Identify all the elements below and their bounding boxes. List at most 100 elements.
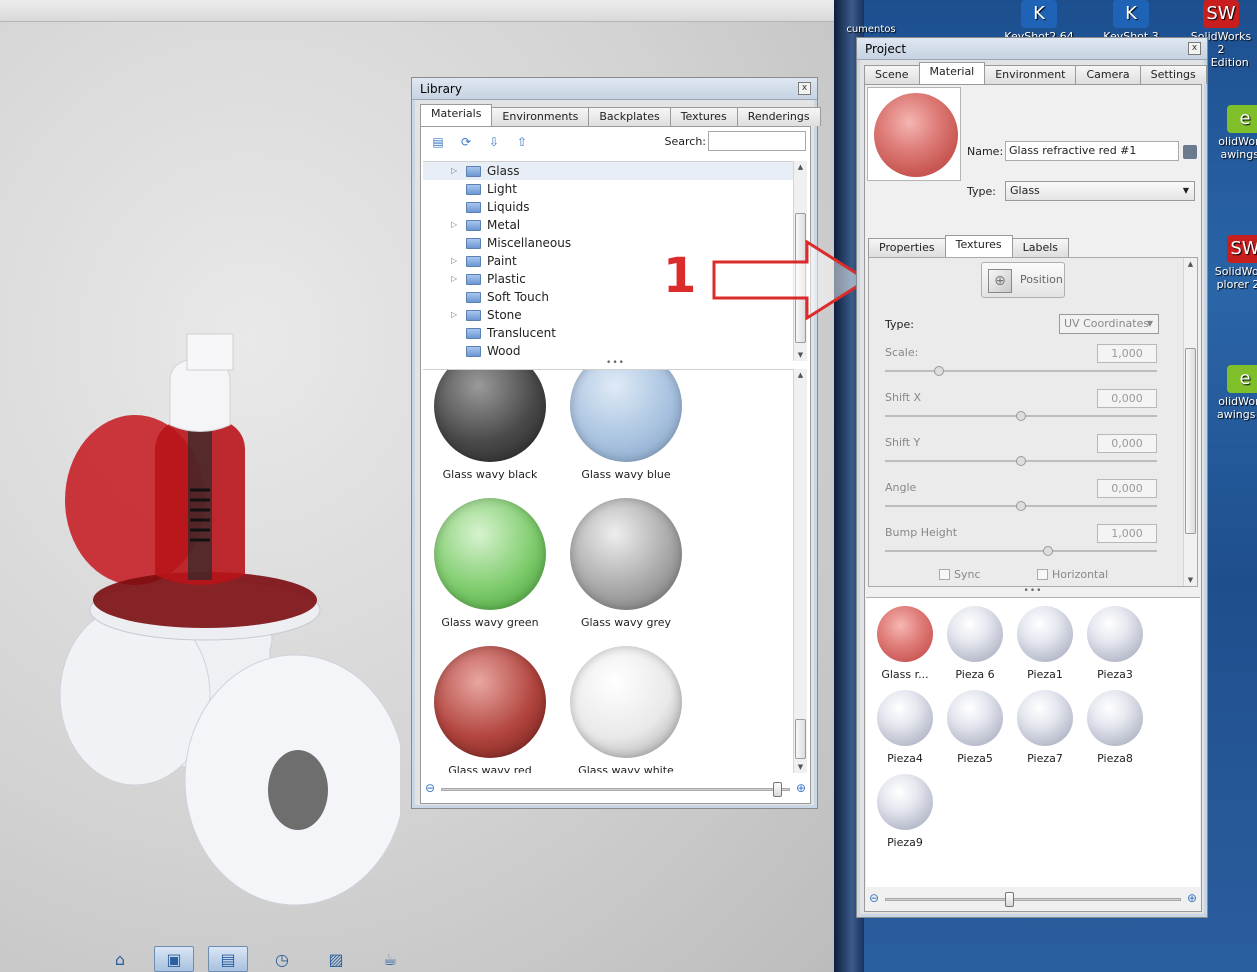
param-slider-knob[interactable] bbox=[1016, 501, 1026, 511]
textures-scrollbar[interactable]: ▲ ▼ bbox=[1183, 258, 1197, 586]
library-title-bar[interactable]: Library x bbox=[412, 78, 817, 100]
material-thumb-glass-wavy-blue[interactable]: Glass wavy blue bbox=[559, 370, 693, 481]
tab-renderings[interactable]: Renderings bbox=[736, 107, 821, 126]
tree-item-metal[interactable]: ▷ Metal bbox=[423, 216, 807, 234]
timer-icon[interactable]: ◷ bbox=[262, 946, 302, 972]
expand-arrow-icon[interactable]: ▷ bbox=[451, 270, 457, 288]
thumbnail-size-slider[interactable]: ⊖ ⊕ bbox=[421, 779, 810, 799]
scene-material-pieza3[interactable]: Pieza3 bbox=[1080, 606, 1150, 681]
tab-environments[interactable]: Environments bbox=[491, 107, 590, 126]
material-name-input[interactable]: Glass refractive red #1 bbox=[1005, 141, 1179, 161]
desktop-shortcut-4[interactable]: SWSolidWorks plorer 201 bbox=[1210, 235, 1257, 291]
tree-item-glass[interactable]: ▷ Glass bbox=[423, 162, 807, 180]
scene-material-pieza7[interactable]: Pieza7 bbox=[1010, 690, 1080, 765]
screenshot-icon[interactable]: ▤ bbox=[208, 946, 248, 972]
material-thumb-glass-wavy-red[interactable]: Glass wavy red bbox=[423, 646, 557, 773]
param-value-bump-height[interactable]: 1,000 bbox=[1097, 524, 1157, 543]
tree-grid-splitter[interactable]: ••• bbox=[421, 359, 810, 368]
refresh-icon[interactable]: ⟳ bbox=[457, 133, 475, 151]
perspective-icon[interactable]: ▣ bbox=[154, 946, 194, 972]
param-slider-scale[interactable] bbox=[885, 370, 1157, 372]
teapot-icon[interactable]: ☕ bbox=[370, 946, 410, 972]
subtab-labels[interactable]: Labels bbox=[1011, 238, 1069, 257]
param-value-angle[interactable]: 0,000 bbox=[1097, 479, 1157, 498]
desktop-shortcut-5[interactable]: eolidWorks awings 20 bbox=[1210, 365, 1257, 421]
material-thumb-label: Glass wavy black bbox=[442, 468, 538, 481]
material-sphere bbox=[570, 498, 682, 610]
save-material-icon[interactable] bbox=[1183, 145, 1197, 159]
material-thumbnail-grid[interactable]: Glass wavy black Glass wavy blue Glass wav… bbox=[423, 369, 793, 773]
scene-material-pieza9[interactable]: Pieza9 bbox=[870, 774, 940, 849]
project-window[interactable]: Project x Scene Material Environment Camera… bbox=[856, 37, 1208, 918]
library-close-button[interactable]: x bbox=[798, 82, 811, 95]
camera-icon[interactable]: ⌂ bbox=[100, 946, 140, 972]
zoom-out-icon[interactable]: ⊖ bbox=[425, 781, 435, 795]
tab-environment[interactable]: Environment bbox=[984, 65, 1077, 84]
scene-material-glass-r[interactable]: Glass r... bbox=[870, 606, 940, 681]
param-slider-knob[interactable] bbox=[1016, 456, 1026, 466]
param-value-scale[interactable]: 1,000 bbox=[1097, 344, 1157, 363]
expand-arrow-icon[interactable]: ▷ bbox=[451, 216, 457, 234]
grid-scrollbar[interactable]: ▲ ▼ bbox=[793, 369, 807, 773]
project-close-button[interactable]: x bbox=[1188, 42, 1201, 55]
param-slider-bump-height[interactable] bbox=[885, 550, 1157, 552]
scene-material-sphere bbox=[877, 606, 933, 662]
scene-material-pieza-6[interactable]: Pieza 6 bbox=[940, 606, 1010, 681]
expand-arrow-icon[interactable]: ▷ bbox=[451, 162, 457, 180]
download-arrow-icon[interactable]: ⇩ bbox=[485, 133, 503, 151]
scene-material-pieza8[interactable]: Pieza8 bbox=[1080, 690, 1150, 765]
subtab-textures[interactable]: Textures bbox=[944, 235, 1013, 257]
desktop-shortcut-3[interactable]: eolidWorks awings 2 bbox=[1210, 105, 1257, 161]
material-sphere bbox=[570, 646, 682, 758]
project-thumbnail-size-slider[interactable]: ⊖ ⊕ bbox=[865, 889, 1201, 909]
scene-material-label: Pieza3 bbox=[1097, 668, 1133, 681]
horizontal-checkbox[interactable]: Horizontal bbox=[1037, 568, 1108, 581]
subtab-properties[interactable]: Properties bbox=[868, 238, 946, 257]
texture-mapping-select[interactable]: UV Coordinates ▼ bbox=[1059, 314, 1159, 334]
add-folder-icon[interactable]: ▤ bbox=[429, 133, 447, 151]
tab-materials[interactable]: Materials bbox=[420, 104, 493, 126]
tree-item-liquids[interactable]: Liquids bbox=[423, 198, 807, 216]
tree-item-label: Paint bbox=[487, 254, 517, 268]
tab-scene[interactable]: Scene bbox=[864, 65, 920, 84]
valve-model[interactable] bbox=[40, 320, 400, 910]
material-sphere bbox=[434, 370, 546, 462]
material-thumb-glass-wavy-black[interactable]: Glass wavy black bbox=[423, 370, 557, 481]
zoom-out-icon[interactable]: ⊖ bbox=[869, 891, 879, 905]
tree-item-light[interactable]: Light bbox=[423, 180, 807, 198]
tab-settings[interactable]: Settings bbox=[1139, 65, 1207, 84]
material-thumb-glass-wavy-grey[interactable]: Glass wavy grey bbox=[559, 498, 693, 629]
search-input[interactable] bbox=[708, 131, 806, 151]
param-slider-knob[interactable] bbox=[1043, 546, 1054, 556]
tab-camera[interactable]: Camera bbox=[1075, 65, 1141, 84]
param-slider-knob[interactable] bbox=[934, 366, 945, 376]
scene-material-pieza1[interactable]: Pieza1 bbox=[1010, 606, 1080, 681]
desktop-label-documentos: cumentos bbox=[846, 24, 896, 35]
textures-grid-splitter[interactable]: ••• bbox=[865, 587, 1201, 596]
scene-material-pieza4[interactable]: Pieza4 bbox=[870, 690, 940, 765]
zoom-in-icon[interactable]: ⊕ bbox=[1187, 891, 1197, 905]
tab-textures[interactable]: Textures bbox=[669, 107, 738, 126]
material-thumb-glass-wavy-green[interactable]: Glass wavy green bbox=[423, 498, 557, 629]
tab-backplates[interactable]: Backplates bbox=[588, 107, 671, 126]
scene-material-pieza5[interactable]: Pieza5 bbox=[940, 690, 1010, 765]
scene-materials-grid[interactable]: Glass r... Pieza 6 Pieza1 Pieza3 Pieza4 Pieza… bbox=[866, 597, 1200, 887]
tab-material[interactable]: Material bbox=[918, 62, 986, 84]
expand-arrow-icon[interactable]: ▷ bbox=[451, 252, 457, 270]
param-value-shift-x[interactable]: 0,000 bbox=[1097, 389, 1157, 408]
expand-arrow-icon[interactable]: ▷ bbox=[451, 306, 457, 324]
library-window[interactable]: Library x Materials Environments Backplate… bbox=[411, 77, 821, 809]
sync-checkbox[interactable]: Sync bbox=[939, 568, 981, 581]
upload-arrow-icon[interactable]: ⇧ bbox=[513, 133, 531, 151]
param-value-shift-y[interactable]: 0,000 bbox=[1097, 434, 1157, 453]
tree-item-translucent[interactable]: Translucent bbox=[423, 324, 807, 342]
image-icon[interactable]: ▨ bbox=[316, 946, 356, 972]
material-thumb-label: Glass wavy red bbox=[448, 764, 532, 773]
position-button[interactable]: ⊕ Position bbox=[981, 262, 1065, 298]
material-type-select[interactable]: Glass ▼ bbox=[1005, 181, 1195, 201]
param-slider-knob[interactable] bbox=[1016, 411, 1026, 421]
zoom-in-icon[interactable]: ⊕ bbox=[796, 781, 806, 795]
viewport-top-strip bbox=[0, 0, 834, 22]
material-thumb-glass-wavy-white[interactable]: Glass wavy white bbox=[559, 646, 693, 773]
project-title-bar[interactable]: Project x bbox=[857, 38, 1207, 60]
